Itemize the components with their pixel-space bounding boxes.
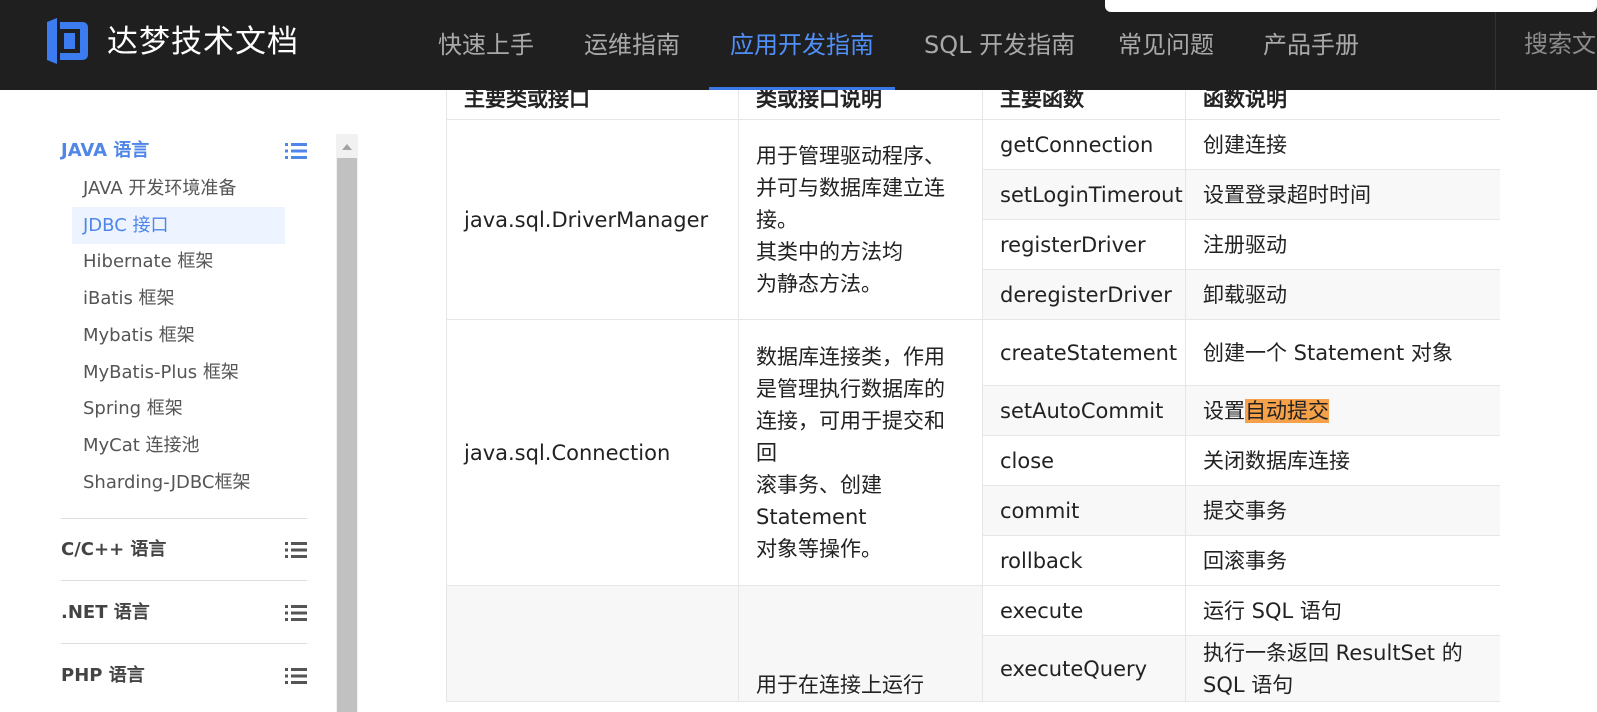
function-name-cell: getConnection xyxy=(982,119,1186,170)
nav-ops-guide[interactable]: 运维指南 xyxy=(563,0,701,90)
search-label[interactable]: 搜索文 xyxy=(1524,24,1596,59)
column-header: 主要函数 xyxy=(982,88,1186,120)
function-name-cell: execute xyxy=(982,585,1186,636)
column-header: 函数说明 xyxy=(1185,88,1500,120)
function-name-cell: executeQuery xyxy=(982,635,1186,702)
sidebar-divider xyxy=(61,518,307,519)
function-description-cell: 创建连接 xyxy=(1185,119,1500,170)
function-description-cell: 设置自动提交 xyxy=(1185,385,1500,436)
sidebar-item-ibatis[interactable]: iBatis 框架 xyxy=(72,280,285,317)
sidebar-section-cpp[interactable]: C/C++ 语言 xyxy=(61,535,307,565)
sidebar-divider xyxy=(61,643,307,644)
nav-faq[interactable]: 常见问题 xyxy=(1097,0,1235,90)
sidebar-section-php[interactable]: PHP 语言 xyxy=(61,661,307,691)
nav-product-manual[interactable]: 产品手册 xyxy=(1242,0,1380,90)
sidebar-item-java-env[interactable]: JAVA 开发环境准备 xyxy=(72,170,285,207)
function-name-cell: close xyxy=(982,435,1186,486)
top-navigation-bar: 达梦技术文档 快速上手 运维指南 应用开发指南 SQL 开发指南 常见问题 产品… xyxy=(0,0,1597,90)
function-name-cell: registerDriver xyxy=(982,219,1186,270)
class-name-cell xyxy=(446,585,739,702)
sidebar-section-java[interactable]: JAVA 语言 xyxy=(61,136,307,166)
jdbc-interface-table: 主要类或接口 类或接口说明 主要函数 函数说明 java.sql.DriverM… xyxy=(446,88,1500,702)
class-description-cell: 用于管理驱动程序、 并可与数据库建立连接。 其类中的方法均 为静态方法。 xyxy=(738,119,983,320)
sidebar-section-label: JAVA 语言 xyxy=(61,140,150,161)
function-name-cell: commit xyxy=(982,485,1186,536)
function-name-cell: setAutoCommit xyxy=(982,385,1186,436)
sidebar-item-hibernate[interactable]: Hibernate 框架 xyxy=(72,243,285,280)
class-name-cell: java.sql.Connection xyxy=(446,319,739,586)
class-description-cell: 数据库连接类，作用是管理执行数据库的连接，可用于提交和回 滚事务、创建 Stat… xyxy=(738,319,983,586)
sidebar-section-label: PHP 语言 xyxy=(61,665,145,686)
list-icon[interactable] xyxy=(285,142,307,160)
function-description-cell: 执行一条返回 ResultSet 的 SQL 语句 xyxy=(1185,635,1500,702)
search-box[interactable]: 搜索文 xyxy=(1495,0,1597,90)
function-description-cell: 关闭数据库连接 xyxy=(1185,435,1500,486)
function-name-cell: rollback xyxy=(982,535,1186,586)
table-row: 用于在连接上运行 execute 运行 SQL 语句 xyxy=(446,585,1500,702)
sidebar-item-sharding-jdbc[interactable]: Sharding-JDBC框架 xyxy=(72,464,285,501)
sidebar-item-jdbc[interactable]: JDBC 接口 xyxy=(72,207,285,244)
list-icon[interactable] xyxy=(285,604,307,622)
sidebar-section-label: C/C++ 语言 xyxy=(61,539,167,560)
dameng-logo-icon[interactable] xyxy=(44,18,90,64)
table-row: java.sql.DriverManager 用于管理驱动程序、 并可与数据库建… xyxy=(446,119,1500,320)
sidebar-section-dotnet[interactable]: .NET 语言 xyxy=(61,598,307,628)
list-icon[interactable] xyxy=(285,541,307,559)
class-name-cell: java.sql.DriverManager xyxy=(446,119,739,320)
table-header-row: 主要类或接口 类或接口说明 主要函数 函数说明 xyxy=(446,88,1500,120)
function-name-cell: deregisterDriver xyxy=(982,269,1186,320)
search-dropdown-panel[interactable] xyxy=(1105,0,1597,12)
sidebar-item-spring[interactable]: Spring 框架 xyxy=(72,390,285,427)
column-header: 类或接口说明 xyxy=(738,88,983,120)
sidebar-item-mybatis[interactable]: Mybatis 框架 xyxy=(72,317,285,354)
function-description-cell: 创建一个 Statement 对象 xyxy=(1185,319,1500,386)
function-name-cell: setLoginTimerout xyxy=(982,169,1186,220)
content-area: 主要类或接口 类或接口说明 主要函数 函数说明 java.sql.DriverM… xyxy=(446,88,1500,712)
function-description-cell: 卸载驱动 xyxy=(1185,269,1500,320)
sidebar: JAVA 语言 JAVA 开发环境准备 JDBC 接口 Hibernate 框架… xyxy=(0,90,358,712)
function-name-cell: createStatement xyxy=(982,319,1186,386)
table-row: java.sql.Connection 数据库连接类，作用是管理执行数据库的连接… xyxy=(446,319,1500,586)
sidebar-divider xyxy=(61,580,307,581)
brand-title[interactable]: 达梦技术文档 xyxy=(107,22,299,62)
nav-quick-start[interactable]: 快速上手 xyxy=(417,0,555,90)
class-description-cell: 用于在连接上运行 xyxy=(738,585,983,702)
function-description-cell: 提交事务 xyxy=(1185,485,1500,536)
function-description-cell: 注册驱动 xyxy=(1185,219,1500,270)
function-description-cell: 运行 SQL 语句 xyxy=(1185,585,1500,636)
list-icon[interactable] xyxy=(285,667,307,685)
column-header: 主要类或接口 xyxy=(446,88,739,120)
search-highlight: 自动提交 xyxy=(1245,398,1329,423)
nav-app-dev-guide[interactable]: 应用开发指南 xyxy=(709,0,895,90)
sidebar-item-mycat[interactable]: MyCat 连接池 xyxy=(72,427,285,464)
sidebar-scrollbar[interactable] xyxy=(336,134,358,712)
scrollbar-thumb[interactable] xyxy=(337,158,357,712)
sidebar-item-mybatis-plus[interactable]: MyBatis-Plus 框架 xyxy=(72,354,285,391)
description-text: 设置 xyxy=(1203,398,1245,423)
nav-sql-dev-guide[interactable]: SQL 开发指南 xyxy=(903,0,1096,90)
sidebar-section-label: .NET 语言 xyxy=(61,602,150,623)
scroll-up-arrow-icon[interactable] xyxy=(342,144,352,150)
function-description-cell: 设置登录超时时间 xyxy=(1185,169,1500,220)
function-description-cell: 回滚事务 xyxy=(1185,535,1500,586)
